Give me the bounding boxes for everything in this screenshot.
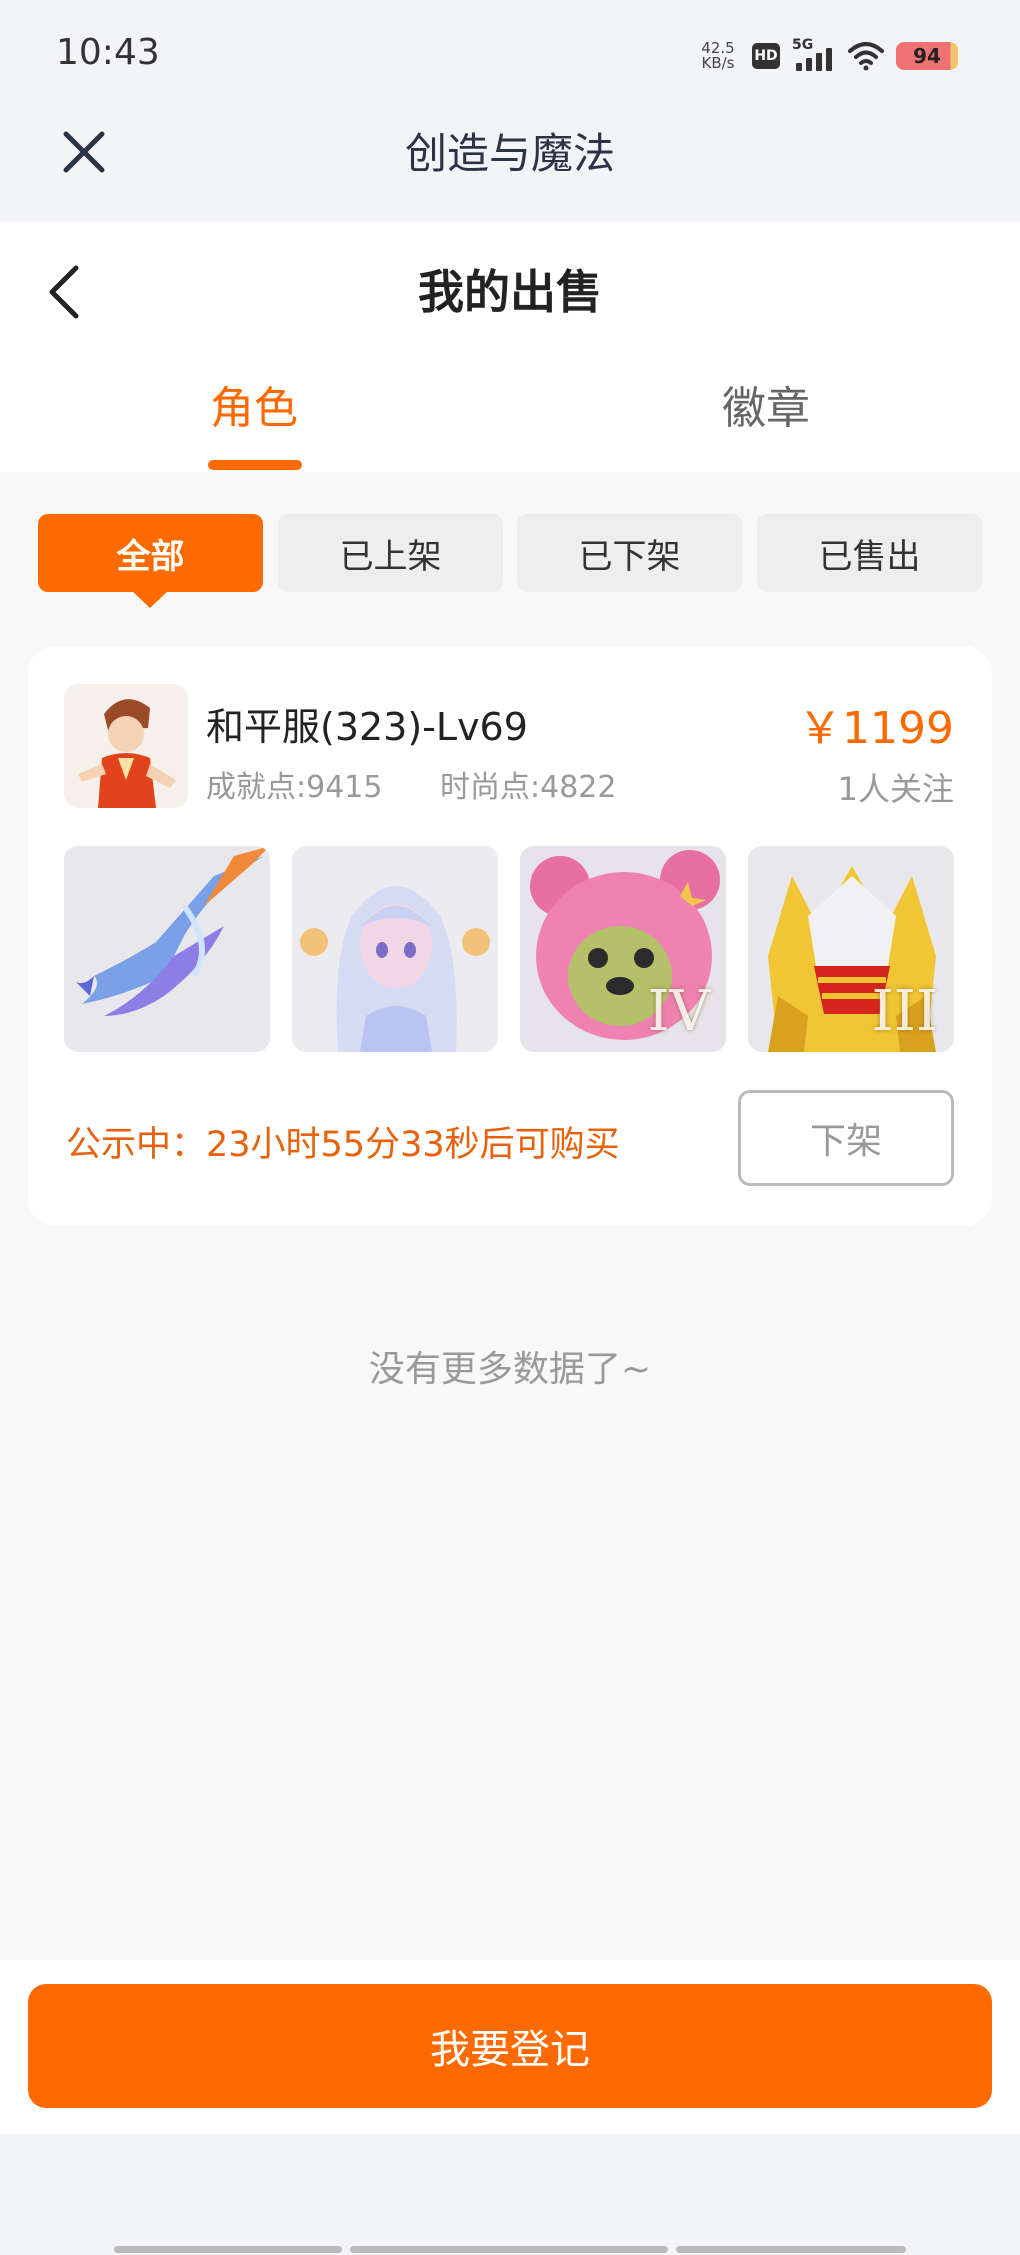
character-avatar-image: [64, 684, 188, 808]
page-title: 我的出售: [418, 265, 602, 319]
system-navigation-area: [0, 2134, 1020, 2255]
nav-handle[interactable]: [350, 2246, 668, 2253]
fashion-points: 时尚点:4822: [440, 770, 617, 805]
delist-button[interactable]: 下架: [738, 1090, 954, 1186]
app-header: 创造与魔法: [0, 110, 1020, 222]
bottom-action-bar: 我要登记: [0, 1960, 1020, 2134]
tab-role[interactable]: 角色: [210, 372, 298, 436]
white-hair-character-icon: [292, 846, 498, 1052]
listing-title: 和平服(323)-Lv69: [206, 705, 528, 749]
page-header: 我的出售 角色 徽章: [0, 222, 1020, 472]
active-filter-pointer: [131, 590, 169, 608]
public-notice-countdown: 公示中：23小时55分33秒后可购买: [66, 1125, 620, 1165]
tier-badge: III: [871, 979, 938, 1044]
nav-handle[interactable]: [114, 2246, 342, 2253]
tab-badge[interactable]: 徽章: [722, 372, 810, 436]
listing-card[interactable]: 和平服(323)-Lv69 成就点:9415 时尚点:4822 ￥1199 1人…: [28, 646, 992, 1226]
wifi-icon: [848, 42, 884, 71]
register-button[interactable]: 我要登记: [28, 1984, 992, 2108]
item-thumbnails: IV III: [64, 846, 954, 1052]
thumbnail-item[interactable]: [292, 846, 498, 1052]
no-more-data-text: 没有更多数据了~: [368, 1349, 652, 1390]
status-bar: 10:43 42.5 KB/s HD 5G 94: [0, 0, 1020, 110]
listing-price: ￥1199: [798, 703, 954, 754]
follower-count: 1人关注: [837, 770, 954, 808]
character-avatar: [64, 684, 188, 808]
filter-sold[interactable]: 已售出: [757, 514, 982, 592]
filter-delisted[interactable]: 已下架: [517, 514, 742, 592]
my-sales-page: 我的出售 角色 徽章 全部 已上架 已下架 已售出 和平服(323)-Lv69 …: [0, 222, 1020, 1960]
achievement-points: 成就点:9415: [206, 770, 383, 805]
thumbnail-item[interactable]: IV: [520, 846, 726, 1052]
nav-handle[interactable]: [676, 2246, 906, 2253]
thumbnail-item[interactable]: [64, 846, 270, 1052]
status-filter-bar: 全部 已上架 已下架 已售出: [38, 514, 982, 608]
hd-icon: HD: [752, 43, 780, 69]
app-title: 创造与魔法: [404, 129, 615, 178]
status-icons: 42.5 KB/s HD 5G 94: [696, 34, 958, 78]
cellular-signal-icon: 5G: [792, 37, 836, 71]
thumbnail-item[interactable]: III: [748, 846, 954, 1052]
active-tab-indicator: [208, 460, 302, 470]
status-time: 10:43: [56, 32, 160, 73]
filter-all[interactable]: 全部: [38, 514, 263, 592]
battery-indicator: 94: [896, 42, 958, 70]
tier-badge: IV: [647, 979, 710, 1044]
filter-listed[interactable]: 已上架: [278, 514, 503, 592]
network-speed: 42.5 KB/s: [701, 39, 735, 72]
blue-dragon-mount-icon: [64, 846, 270, 1052]
